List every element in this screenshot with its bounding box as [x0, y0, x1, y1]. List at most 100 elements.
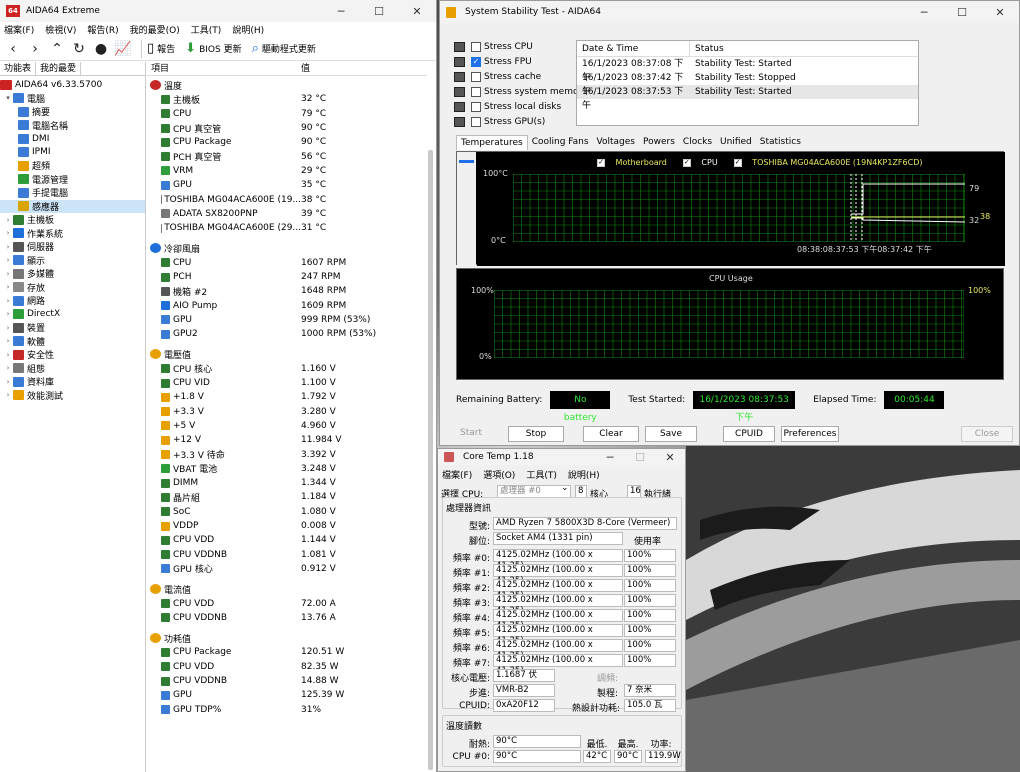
maximize-button[interactable]: ☐ — [625, 449, 655, 465]
menu-item[interactable]: 檔案(F) — [442, 468, 472, 481]
clear-button[interactable]: Clear — [583, 426, 639, 442]
refresh-icon[interactable]: ↻ — [70, 40, 88, 58]
graph-tab[interactable]: Temperatures — [456, 135, 528, 150]
tree-item[interactable]: 摘要 — [0, 105, 145, 119]
tree-item[interactable]: 感應器 — [0, 199, 145, 213]
driver-update-button[interactable]: ⌕ 驅動程式更新 — [252, 41, 316, 56]
menu-item[interactable]: 工具(T) — [526, 468, 557, 481]
close-button[interactable]: ✕ — [398, 0, 436, 22]
checkbox[interactable] — [471, 101, 481, 112]
close-test-button[interactable]: Close — [961, 426, 1013, 442]
tree-item[interactable]: › DirectX — [0, 308, 145, 322]
expand-icon[interactable]: › — [3, 283, 13, 291]
log-col-time[interactable]: Date & Time — [577, 41, 690, 56]
tree-item[interactable]: › 多媒體 — [0, 267, 145, 281]
tree-item[interactable]: › 網路 — [0, 294, 145, 308]
tree-item[interactable]: › 資料庫 — [0, 375, 145, 389]
save-button[interactable]: Save — [645, 426, 697, 442]
expand-icon[interactable]: › — [3, 256, 13, 264]
tree-item[interactable]: › 效能測試 — [0, 389, 145, 403]
forward-icon[interactable]: › — [26, 40, 44, 58]
checkbox[interactable] — [471, 86, 481, 97]
tree-item[interactable]: 手提電腦 — [0, 186, 145, 200]
expand-icon[interactable]: › — [3, 378, 13, 386]
tree-item[interactable]: › 作業系統 — [0, 227, 145, 241]
close-button[interactable]: ✕ — [655, 449, 685, 465]
tree-item[interactable]: › 裝置 — [0, 321, 145, 335]
legend-cpu[interactable]: ✓ CPU — [682, 158, 726, 167]
menu-item[interactable]: 我的最愛(O) — [130, 23, 180, 36]
chart-icon[interactable]: 📈 — [114, 40, 132, 58]
expand-icon[interactable]: › — [3, 310, 13, 318]
legend-toshiba[interactable]: ✓ TOSHIBA MG04ACA600E (19N4KP1ZF6CD) — [733, 158, 931, 167]
preferences-button[interactable]: Preferences — [781, 426, 839, 442]
expand-icon[interactable]: › — [3, 270, 13, 278]
expand-icon[interactable]: › — [3, 229, 13, 237]
minimize-button[interactable]: ─ — [322, 0, 360, 22]
checkbox[interactable] — [471, 41, 481, 52]
menu-item[interactable]: 檔案(F) — [4, 23, 34, 36]
tree-item[interactable]: › 伺服器 — [0, 240, 145, 254]
maximize-button[interactable]: ☐ — [943, 1, 981, 23]
expand-icon[interactable]: ▾ — [3, 94, 13, 102]
tree-item[interactable]: › 顯示 — [0, 254, 145, 268]
back-icon[interactable]: ‹ — [4, 40, 22, 58]
start-button[interactable]: Start — [456, 426, 486, 442]
tree-root[interactable]: AIDA64 v6.33.5700 — [0, 78, 145, 92]
expand-icon[interactable]: › — [3, 243, 13, 251]
close-button[interactable]: ✕ — [981, 1, 1019, 23]
graph-tab[interactable]: Powers — [639, 135, 679, 150]
stress-option[interactable]: Stress GPU(s) — [454, 114, 588, 129]
expand-icon[interactable]: › — [3, 297, 13, 305]
minimize-button[interactable]: ─ — [905, 1, 943, 23]
tree-item[interactable]: 電源管理 — [0, 173, 145, 187]
up-icon[interactable]: ⌃ — [48, 40, 66, 58]
user-icon[interactable]: ● — [92, 40, 110, 58]
expand-icon[interactable]: › — [3, 216, 13, 224]
stop-button[interactable]: Stop — [508, 426, 564, 442]
menu-item[interactable]: 報告(R) — [87, 23, 118, 36]
graph-tab[interactable]: Clocks — [679, 135, 716, 150]
stress-option[interactable]: Stress local disks — [454, 99, 588, 114]
expand-icon[interactable]: › — [3, 364, 13, 372]
tree-item[interactable]: ▾ 電腦 — [0, 92, 145, 106]
menu-item[interactable]: 選項(O) — [483, 468, 515, 481]
tab-favorites[interactable]: 我的最愛 — [36, 62, 82, 75]
checkbox[interactable] — [471, 71, 481, 82]
legend-motherboard[interactable]: ✓ Motherboard — [597, 158, 675, 167]
log-row[interactable]: 16/1/2023 08:37:08 下午 Stability Test: Sta… — [577, 57, 918, 83]
graph-tab[interactable]: Statistics — [756, 135, 805, 150]
vertical-scrollbar[interactable] — [428, 150, 433, 770]
expand-icon[interactable]: › — [3, 391, 13, 399]
log-col-status[interactable]: Status — [690, 41, 724, 56]
tab-menu[interactable]: 功能表 — [0, 62, 37, 75]
tree-item[interactable]: 超頻 — [0, 159, 145, 173]
minimize-button[interactable]: ─ — [595, 449, 625, 465]
graph-tab[interactable]: Voltages — [593, 135, 639, 150]
expand-icon[interactable]: › — [3, 337, 13, 345]
tree-item[interactable]: › 安全性 — [0, 348, 145, 362]
column-value[interactable]: 值 — [297, 62, 310, 75]
aida-titlebar[interactable]: 64 AIDA64 Extreme ─ ☐ ✕ — [0, 0, 436, 22]
expand-icon[interactable]: › — [3, 324, 13, 332]
coretemp-titlebar[interactable]: Core Temp 1.18 ─ ☐ ✕ — [438, 449, 685, 465]
menu-item[interactable]: 說明(H) — [232, 23, 264, 36]
tree-item[interactable]: › 組態 — [0, 362, 145, 376]
menu-item[interactable]: 說明(H) — [568, 468, 600, 481]
menu-item[interactable]: 檢視(V) — [45, 23, 76, 36]
graph-tab[interactable]: Unified — [716, 135, 756, 150]
bios-update-button[interactable]: ⬇ BIOS 更新 — [185, 41, 241, 56]
maximize-button[interactable]: ☐ — [360, 0, 398, 22]
sst-titlebar[interactable]: System Stability Test - AIDA64 ─ ☐ ✕ — [440, 1, 1019, 23]
checkbox[interactable] — [471, 116, 481, 127]
expand-icon[interactable]: › — [3, 351, 13, 359]
tree-item[interactable]: DMI — [0, 132, 145, 146]
stress-option[interactable]: Stress cache — [454, 69, 588, 84]
stress-option[interactable]: Stress CPU — [454, 39, 588, 54]
menu-item[interactable]: 工具(T) — [191, 23, 222, 36]
tree-item[interactable]: IPMI — [0, 146, 145, 160]
tree-item[interactable]: › 存放 — [0, 281, 145, 295]
report-button[interactable]: ▯ 報告 — [147, 41, 175, 56]
column-item[interactable]: 項目 — [147, 62, 297, 75]
graph-tab[interactable]: Cooling Fans — [528, 135, 593, 150]
